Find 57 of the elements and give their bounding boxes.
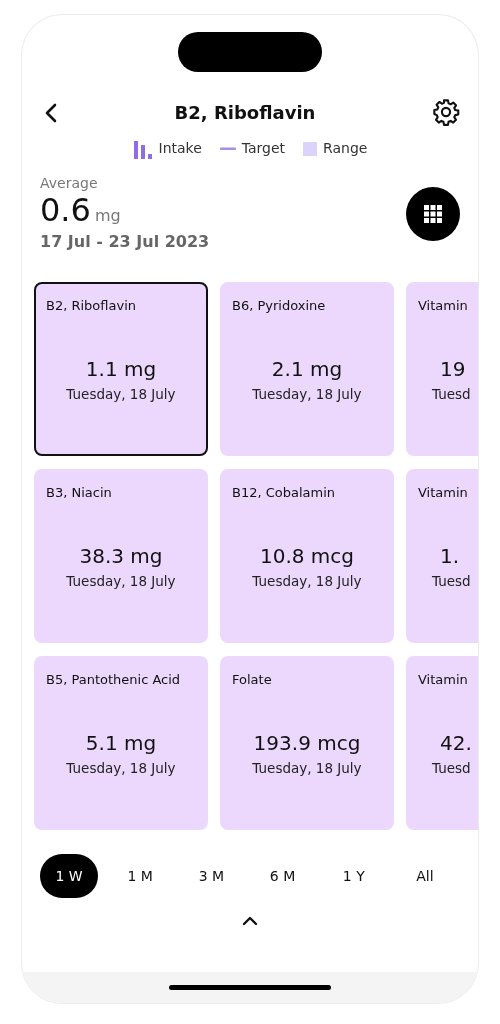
- square-icon: [303, 141, 318, 156]
- page-title: B2, Riboflavin: [174, 100, 316, 125]
- range-tab[interactable]: 6 M: [253, 854, 312, 898]
- date-label: Tuesday, 18 July: [65, 758, 177, 778]
- chevron-up-icon[interactable]: [242, 916, 258, 926]
- nutrient-name: B2, Riboflavin: [46, 297, 137, 315]
- nutrient-name: B6, Pyridoxine: [232, 297, 327, 315]
- date-label: Tuesd: [431, 571, 472, 591]
- unit-label: mg: [94, 205, 121, 227]
- nutrient-value: 1.: [439, 542, 461, 570]
- nutrient-value: 5.1 mg: [84, 729, 158, 757]
- nutrient-value: 19: [439, 355, 467, 383]
- date-label: Tuesday, 18 July: [251, 384, 363, 404]
- range-tab[interactable]: 3 M: [182, 854, 241, 898]
- nutrient-value: 38.3 mg: [78, 542, 164, 570]
- nutrient-value: 1.1 mg: [84, 355, 158, 383]
- date-range: 17 Jul - 23 Jul 2023: [40, 231, 210, 253]
- nutrient-value: 42.: [439, 729, 473, 757]
- nutrient-card[interactable]: B5, Pantothenic Acid 5.1 mg Tuesday, 18 July: [34, 656, 208, 830]
- nutrient-name: B5, Pantothenic Acid: [46, 671, 182, 689]
- nutrient-name: Vitamin: [418, 297, 469, 315]
- legend-label: Target: [241, 139, 286, 158]
- average-value: 0.6: [40, 194, 91, 226]
- nutrient-card[interactable]: Vitamin 19 Tuesd: [406, 282, 478, 456]
- date-label: Tuesday, 18 July: [251, 571, 363, 591]
- date-label: Tuesd: [431, 758, 472, 778]
- average-label: Average: [40, 174, 99, 193]
- line-icon: [219, 146, 236, 151]
- range-tab[interactable]: All: [395, 854, 454, 898]
- range-tab[interactable]: 1 W: [40, 854, 98, 898]
- nutrient-card[interactable]: Vitamin 1. Tuesd: [406, 469, 478, 643]
- legend-label: Intake: [158, 139, 202, 158]
- nutrient-name: B12, Cobalamin: [232, 484, 337, 502]
- legend-label: Range: [323, 139, 368, 158]
- date-label: Tuesd: [431, 384, 472, 404]
- nutrient-card[interactable]: Vitamin 42. Tuesd: [406, 656, 478, 830]
- date-label: Tuesday, 18 July: [251, 758, 363, 778]
- nutrient-name: Vitamin: [418, 671, 469, 689]
- nutrient-name: Folate: [232, 671, 273, 689]
- bar-chart-icon: [132, 138, 153, 159]
- range-tab[interactable]: 1 M: [111, 854, 170, 898]
- nutrient-card[interactable]: B2, Riboflavin 1.1 mg Tuesday, 18 July: [34, 282, 208, 456]
- nutrient-card[interactable]: B3, Niacin 38.3 mg Tuesday, 18 July: [34, 469, 208, 643]
- nutrient-value: 2.1 mg: [270, 355, 344, 383]
- settings-button[interactable]: [432, 98, 460, 126]
- nutrient-value: 193.9 mcg: [252, 729, 362, 757]
- nutrient-card[interactable]: B6, Pyridoxine 2.1 mg Tuesday, 18 July: [220, 282, 394, 456]
- grid-view-button[interactable]: [406, 186, 460, 241]
- nutrient-value: 10.8 mcg: [258, 542, 356, 570]
- range-tab[interactable]: 1 Y: [324, 854, 383, 898]
- date-label: Tuesday, 18 July: [65, 571, 177, 591]
- date-label: Tuesday, 18 July: [65, 384, 177, 404]
- nutrient-card[interactable]: Folate 193.9 mcg Tuesday, 18 July: [220, 656, 394, 830]
- nutrient-name: Vitamin: [418, 484, 469, 502]
- nutrient-card[interactable]: B12, Cobalamin 10.8 mcg Tuesday, 18 July: [220, 469, 394, 643]
- grid-icon: [424, 204, 442, 223]
- nutrient-name: B3, Niacin: [46, 484, 113, 502]
